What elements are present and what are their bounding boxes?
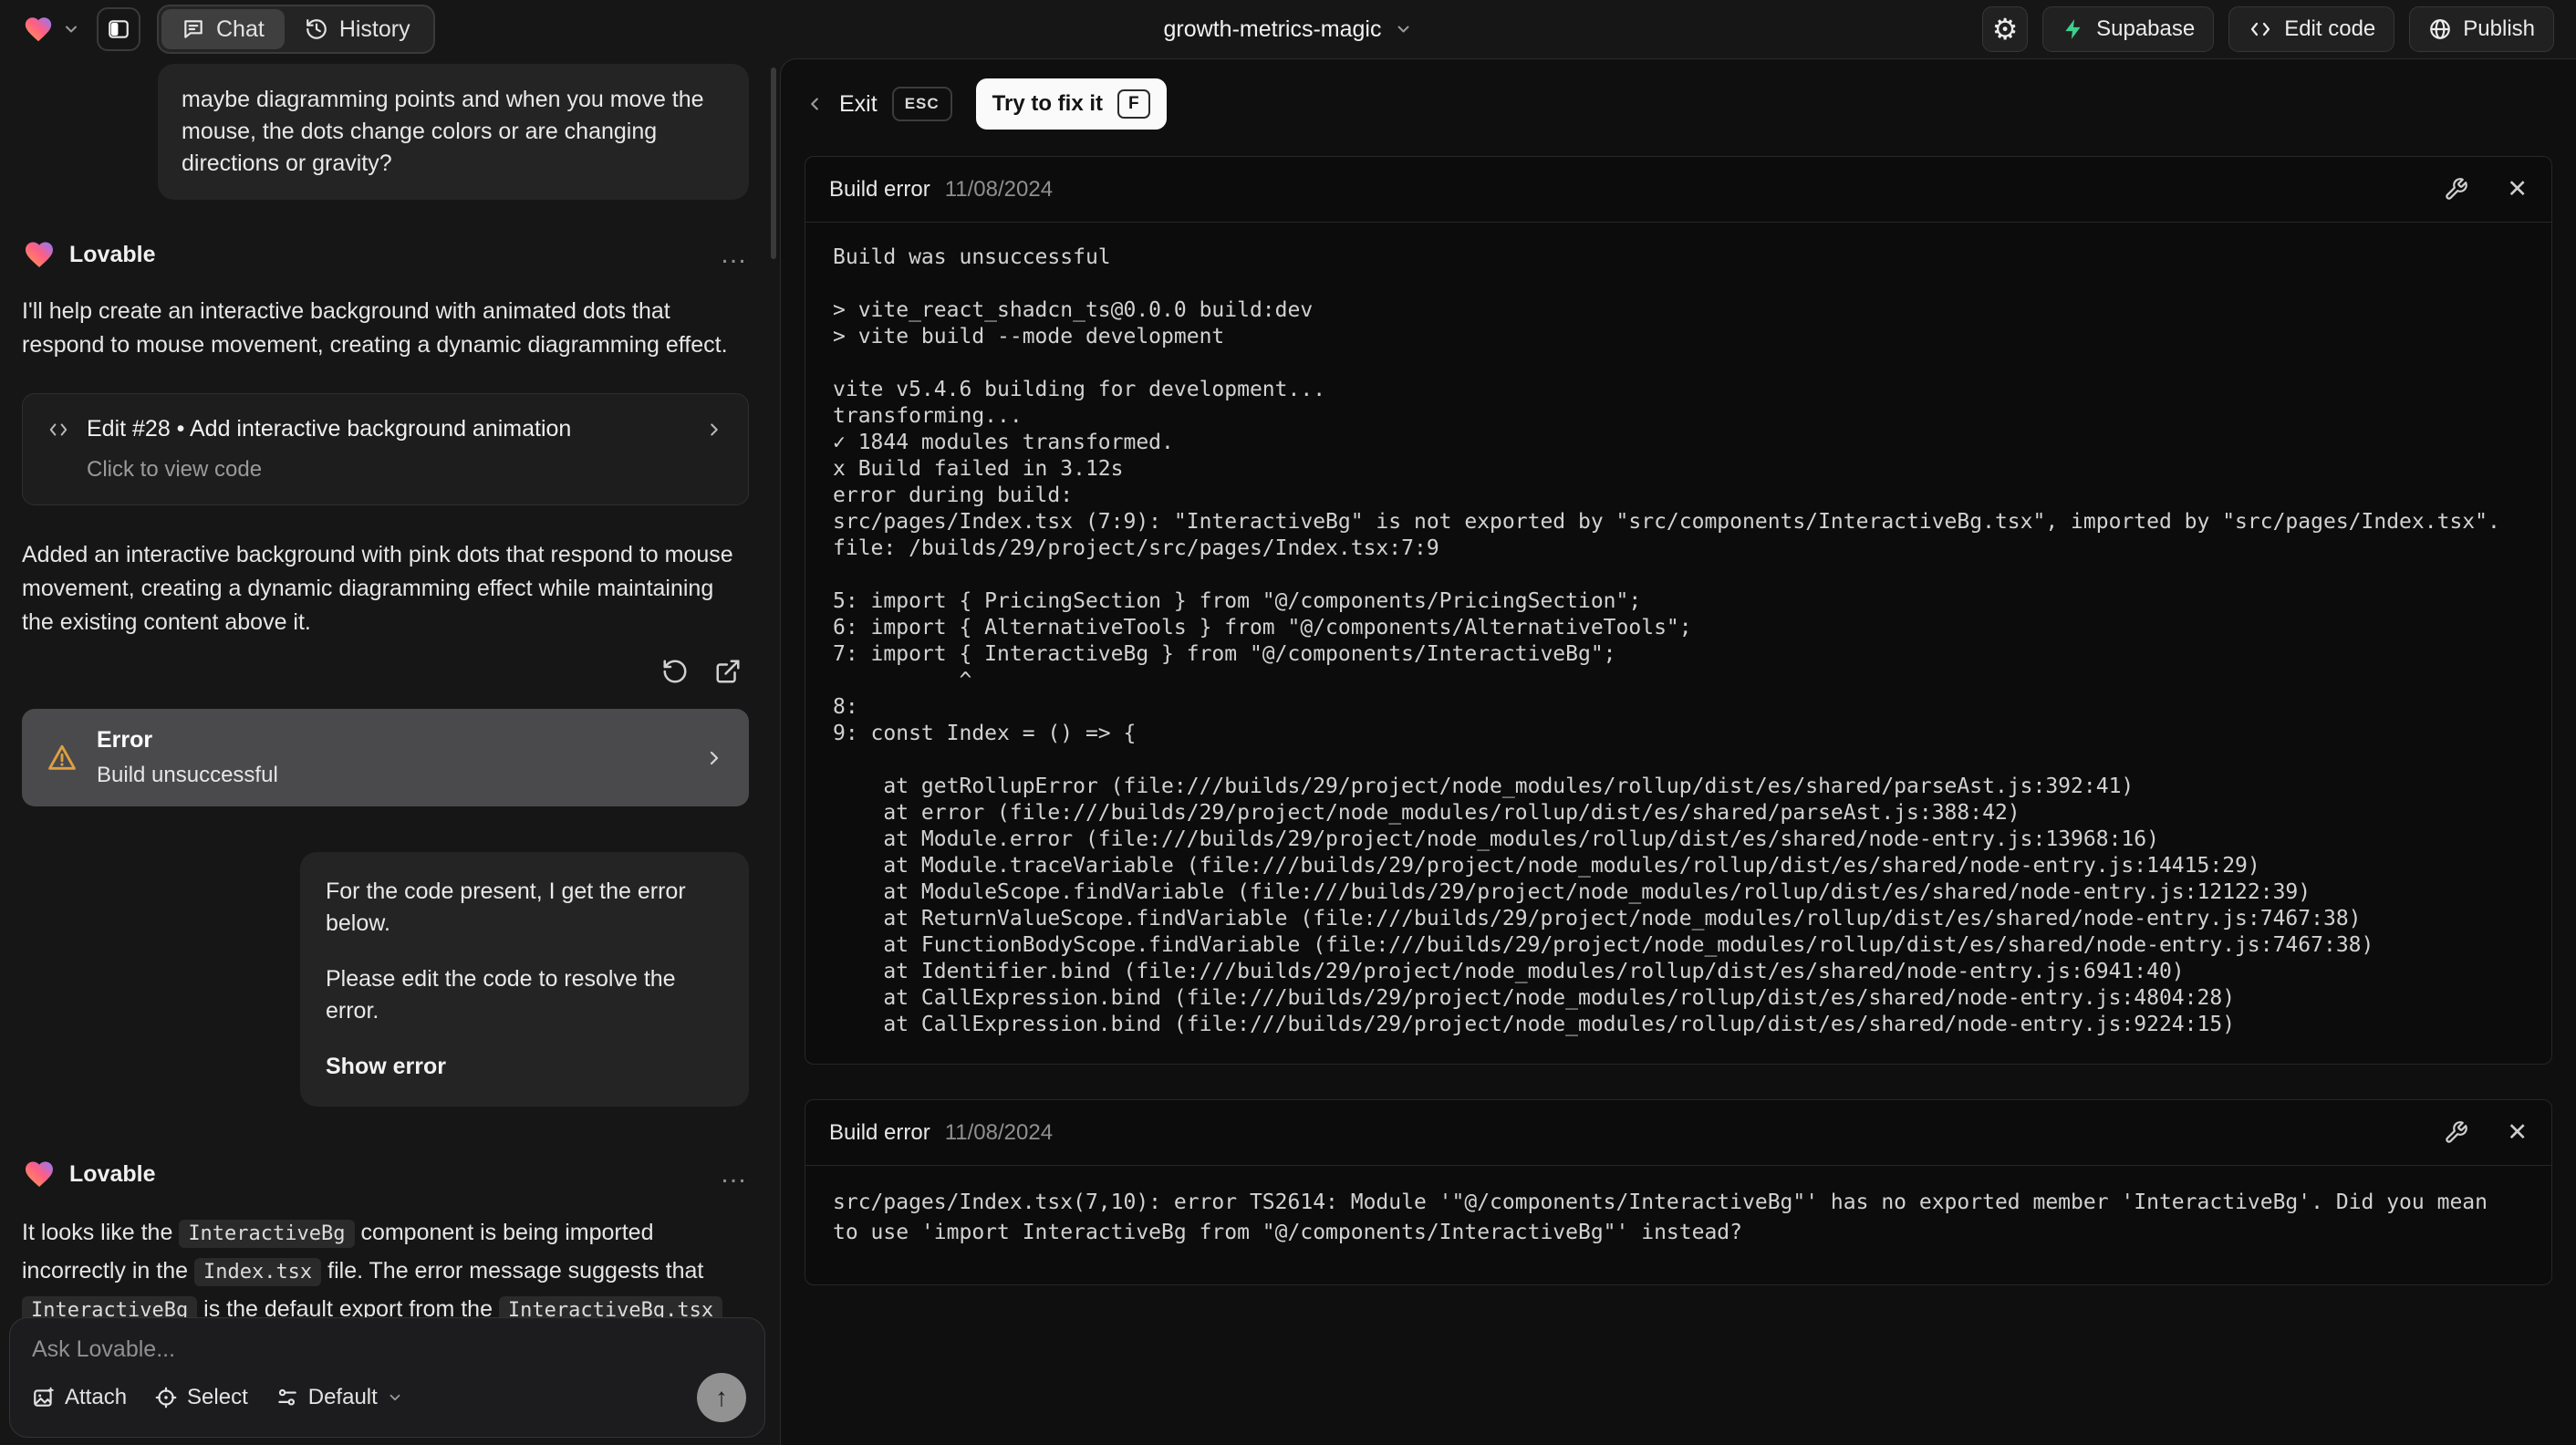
- history-icon: [306, 19, 327, 39]
- topbar: Chat History growth-metrics-magic ⚙ Supa…: [0, 0, 2576, 58]
- sidebar-toggle-button[interactable]: [97, 7, 140, 51]
- tab-chat-label: Chat: [216, 16, 265, 42]
- try-to-fix-label: Try to fix it: [992, 91, 1104, 116]
- publish-label: Publish: [2463, 16, 2535, 41]
- restore-icon[interactable]: [661, 658, 689, 685]
- error-detail-panel: Exit ESC Try to fix it F Build error 11/…: [780, 58, 2576, 1445]
- error-card[interactable]: Error Build unsuccessful: [22, 709, 749, 806]
- assistant-header: Lovable …: [22, 1158, 749, 1190]
- chat-scrollbar[interactable]: [771, 68, 776, 259]
- edit-card-title: Edit #28 • Add interactive background an…: [87, 416, 572, 442]
- esc-key-badge: ESC: [891, 87, 952, 121]
- lovable-heart-icon: [26, 1161, 53, 1188]
- close-icon[interactable]: ✕: [2507, 175, 2528, 203]
- arrow-up-icon: ↑: [715, 1383, 728, 1411]
- wrench-icon[interactable]: [2444, 177, 2468, 202]
- user-message-text: Please edit the code to resolve the erro…: [326, 966, 676, 1024]
- chat-history-tabs: Chat History: [157, 5, 435, 54]
- supabase-label: Supabase: [2096, 16, 2196, 41]
- user-message: maybe diagramming points and when you mo…: [158, 64, 749, 200]
- publish-button[interactable]: Publish: [2409, 6, 2554, 52]
- select-label: Select: [187, 1385, 248, 1409]
- supabase-bolt-icon: [2065, 19, 2081, 39]
- chevron-down-icon: [1397, 26, 1409, 33]
- exit-label: Exit: [839, 90, 878, 117]
- panel-header: Exit ESC Try to fix it F: [805, 72, 2552, 136]
- chat-panel: maybe diagramming points and when you mo…: [0, 58, 780, 1445]
- lovable-logo-menu[interactable]: [22, 14, 80, 45]
- close-icon[interactable]: ✕: [2507, 1118, 2528, 1147]
- build-error-header: Build error 11/08/2024 ✕: [805, 157, 2551, 223]
- user-message-text: maybe diagramming points and when you mo…: [182, 87, 704, 176]
- globe-icon: [2430, 19, 2451, 39]
- assistant-header: Lovable …: [22, 238, 749, 271]
- build-error-console: Build was unsuccessful > vite_react_shad…: [833, 245, 2500, 1036]
- sliders-icon: [278, 1388, 296, 1406]
- build-error-date: 11/08/2024: [944, 176, 1054, 202]
- external-link-icon[interactable]: [714, 658, 742, 685]
- chevron-right-icon: [711, 422, 718, 436]
- project-title-menu[interactable]: growth-metrics-magic: [1164, 16, 1413, 43]
- settings-button[interactable]: ⚙: [1982, 6, 2029, 52]
- select-button[interactable]: Select: [154, 1385, 248, 1410]
- crosshair-icon: [155, 1387, 177, 1409]
- mode-dropdown[interactable]: Default: [275, 1385, 403, 1410]
- message-menu-button[interactable]: …: [720, 1160, 749, 1188]
- chevron-right-icon: [710, 751, 719, 764]
- show-error-link[interactable]: Show error: [326, 1051, 723, 1083]
- attach-label: Attach: [65, 1385, 128, 1409]
- assistant-name: Lovable: [69, 1160, 156, 1187]
- chevron-left-icon: [811, 98, 818, 110]
- try-to-fix-button[interactable]: Try to fix it F: [975, 78, 1167, 130]
- build-error-title: Build error: [829, 176, 930, 202]
- code-icon: [2251, 22, 2270, 36]
- build-error-panel-2: Build error 11/08/2024 ✕ src/pages/Index…: [805, 1099, 2552, 1285]
- build-error-header: Build error 11/08/2024 ✕: [805, 1100, 2551, 1166]
- edit-card-subtitle: Click to view code: [87, 457, 263, 482]
- lovable-heart-icon: [25, 17, 52, 42]
- lovable-heart-icon: [26, 242, 53, 268]
- chevron-down-icon: [66, 26, 77, 33]
- build-error-title: Build error: [829, 1119, 930, 1145]
- gear-icon: ⚙: [1991, 13, 2019, 46]
- edit-code-button[interactable]: Edit code: [2228, 6, 2395, 52]
- tab-history-label: History: [338, 16, 410, 42]
- mode-label: Default: [307, 1385, 378, 1409]
- supabase-button[interactable]: Supabase: [2042, 6, 2215, 52]
- attach-button[interactable]: Attach: [32, 1385, 127, 1410]
- build-error-date: 11/08/2024: [944, 1119, 1054, 1145]
- chevron-down-icon: [390, 1394, 400, 1401]
- f-key-badge: F: [1117, 89, 1150, 119]
- message-menu-button[interactable]: …: [720, 241, 749, 268]
- project-title: growth-metrics-magic: [1163, 16, 1382, 42]
- chat-scroll-area: maybe diagramming points and when you mo…: [0, 58, 780, 1445]
- error-card-subtitle: Build unsuccessful: [97, 763, 278, 787]
- tab-history[interactable]: History: [285, 9, 431, 49]
- send-button[interactable]: ↑: [697, 1373, 746, 1422]
- composer: Ask Lovable... Attach Select Default ↑: [9, 1317, 765, 1438]
- build-error-panel-1: Build error 11/08/2024 ✕ Build was unsuc…: [805, 156, 2552, 1065]
- user-message-text: For the code present, I get the error be…: [326, 878, 686, 936]
- image-plus-icon: [34, 1387, 54, 1407]
- panel-left-icon: [109, 20, 129, 38]
- exit-button[interactable]: Exit ESC: [805, 87, 952, 121]
- tab-chat[interactable]: Chat: [161, 9, 285, 49]
- assistant-text: I'll help create an interactive backgrou…: [22, 298, 728, 358]
- chat-bubble-icon: [184, 20, 203, 38]
- error-card-title: Error: [97, 727, 153, 753]
- user-message: For the code present, I get the error be…: [300, 852, 749, 1107]
- assistant-text: Added an interactive background with pin…: [22, 542, 733, 635]
- edit-code-label: Edit code: [2284, 16, 2376, 41]
- message-actions: [22, 658, 749, 685]
- edit-card-28[interactable]: Edit #28 • Add interactive background an…: [22, 393, 749, 505]
- wrench-icon[interactable]: [2444, 1120, 2468, 1145]
- assistant-name: Lovable: [69, 241, 156, 267]
- build-error-console: src/pages/Index.tsx(7,10): error TS2614:…: [833, 1190, 2500, 1244]
- warning-triangle-icon: [48, 744, 76, 770]
- composer-input[interactable]: Ask Lovable...: [32, 1336, 743, 1363]
- code-icon: [49, 422, 68, 436]
